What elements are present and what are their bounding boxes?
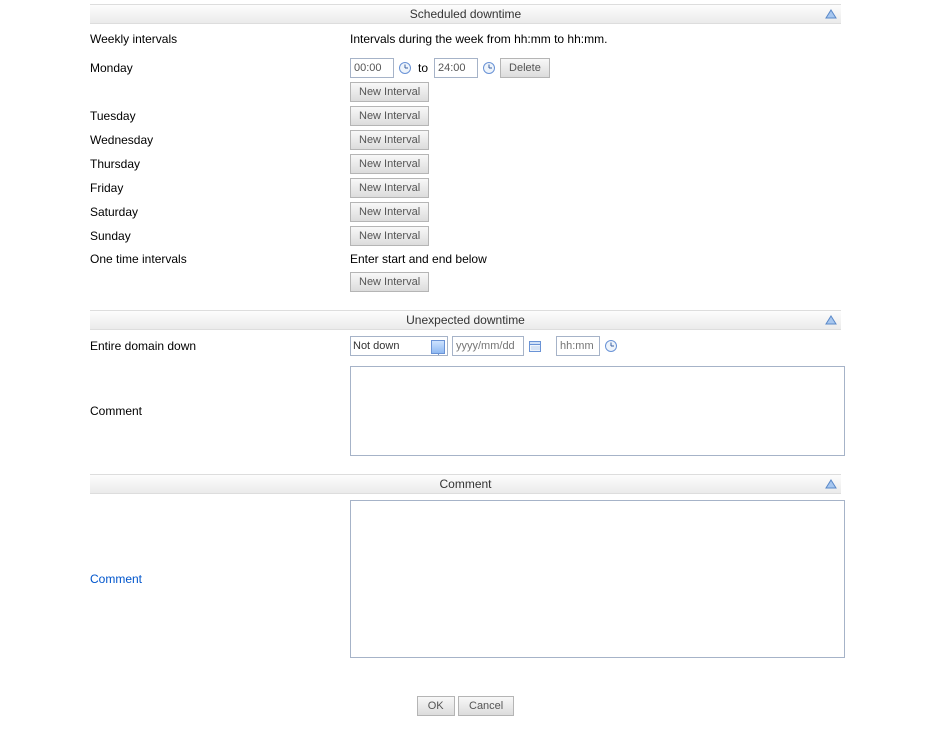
collapse-icon[interactable] [825,8,837,20]
section-title: Unexpected downtime [406,313,525,327]
section-header-comment: Comment [90,474,841,494]
domain-status-select[interactable]: Not down [350,336,448,356]
section-title: Scheduled downtime [410,7,521,21]
row-friday: Friday New Interval [0,176,931,200]
desc-onetime: Enter start and end below [350,252,931,266]
calendar-icon[interactable] [528,339,542,353]
new-interval-button-sunday[interactable]: New Interval [350,226,429,246]
clock-icon[interactable] [398,61,412,75]
desc-weekly-intervals: Intervals during the week from hh:mm to … [350,32,931,46]
row-onetime-new: New Interval [0,270,931,294]
new-interval-button-wednesday[interactable]: New Interval [350,130,429,150]
monday-from-input[interactable] [350,58,394,78]
row-weekly-intervals: Weekly intervals Intervals during the we… [0,28,931,50]
label-domain-down: Entire domain down [90,339,350,353]
new-interval-button-monday[interactable]: New Interval [350,82,429,102]
collapse-icon[interactable] [825,314,837,326]
comment-textarea[interactable] [350,500,845,658]
row-saturday: Saturday New Interval [0,200,931,224]
label-thursday: Thursday [90,157,350,171]
label-friday: Friday [90,181,350,195]
unexpected-comment-textarea[interactable] [350,366,845,456]
clock-icon[interactable] [482,61,496,75]
collapse-icon[interactable] [825,478,837,490]
row-sunday: Sunday New Interval [0,224,931,248]
label-comment-link[interactable]: Comment [90,572,350,586]
label-monday: Monday [90,61,350,75]
new-interval-button-thursday[interactable]: New Interval [350,154,429,174]
date-input[interactable] [452,336,524,356]
new-interval-button-friday[interactable]: New Interval [350,178,429,198]
row-comment: Comment [0,498,931,660]
label-saturday: Saturday [90,205,350,219]
to-label: to [416,61,430,75]
label-onetime: One time intervals [90,252,350,266]
section-header-unexpected: Unexpected downtime [90,310,841,330]
section-title: Comment [439,477,491,491]
row-thursday: Thursday New Interval [0,152,931,176]
new-interval-button-tuesday[interactable]: New Interval [350,106,429,126]
delete-interval-button[interactable]: Delete [500,58,550,78]
monday-to-input[interactable] [434,58,478,78]
new-interval-button-saturday[interactable]: New Interval [350,202,429,222]
ok-button[interactable]: OK [417,696,455,716]
label-wednesday: Wednesday [90,133,350,147]
row-domain-down: Entire domain down Not down [0,334,931,358]
row-onetime: One time intervals Enter start and end b… [0,248,931,270]
label-unexpected-comment: Comment [90,404,350,418]
row-unexpected-comment: Comment [0,364,931,458]
footer-buttons: OK Cancel [0,660,931,716]
label-tuesday: Tuesday [90,109,350,123]
row-tuesday: Tuesday New Interval [0,104,931,128]
label-weekly-intervals: Weekly intervals [90,32,350,46]
row-wednesday: Wednesday New Interval [0,128,931,152]
new-interval-button-onetime[interactable]: New Interval [350,272,429,292]
clock-icon[interactable] [604,339,618,353]
time-input[interactable] [556,336,600,356]
cancel-button[interactable]: Cancel [458,696,514,716]
row-monday: Monday to Delete [0,56,931,80]
section-header-scheduled: Scheduled downtime [90,4,841,24]
label-sunday: Sunday [90,229,350,243]
row-monday-new: New Interval [0,80,931,104]
